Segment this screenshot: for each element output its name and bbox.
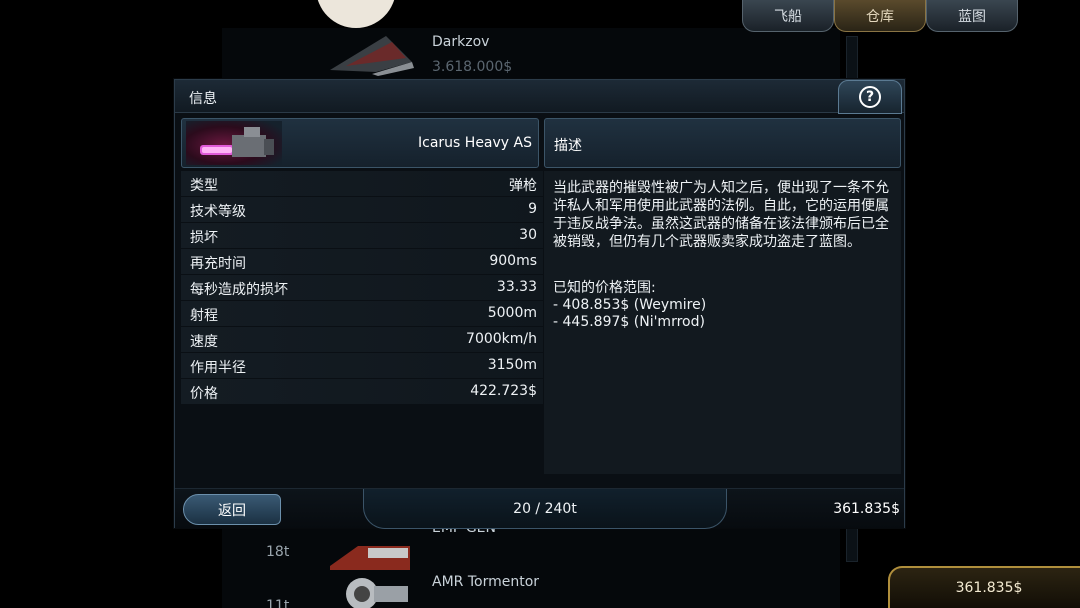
back-button-label: 返回 [218,502,246,519]
tab-blueprints[interactable]: 蓝图 [926,0,1018,32]
item-price: 3.618.000$ [432,59,513,75]
tab-ships[interactable]: 飞船 [742,0,834,32]
price-range-title: 已知的价格范围: [553,280,656,296]
description-title: 描述 [554,138,582,154]
stat-row: 价格 422.723$ [181,379,543,405]
pilot-avatar [316,0,396,28]
stat-label: 价格 [190,386,218,402]
stat-value: 7000km/h [466,331,537,347]
stat-label: 射程 [190,308,218,324]
credits-value: 361.835$ [955,580,1023,596]
stat-row: 每秒造成的损坏 33.33 [181,275,543,301]
stat-value: 5000m [487,305,537,321]
list-item[interactable]: AMR Tormentor 11t [222,564,840,608]
description-panel: 当此武器的摧毁性被广为人知之后，便出现了一条不允许私人和军用使用此武器的法例。自… [544,171,901,474]
item-weight: 11t [266,598,290,608]
cargo-capacity: 20 / 240t [513,501,577,517]
stat-row: 再充时间 900ms [181,249,543,275]
stat-value: 900ms [489,253,537,269]
help-button[interactable]: ? [838,80,902,114]
capacity-panel: 20 / 240t [363,489,727,529]
weapon-icon [186,121,282,165]
stat-label: 作用半径 [190,360,246,376]
dialog-title: 信息 [189,91,217,107]
description-header: 描述 [544,118,901,168]
turret-icon [346,578,408,608]
price-range-block: 已知的价格范围: - 408.853$ (Weymire) - 445.897$… [553,280,706,331]
price-range-entry: - 408.853$ (Weymire) [553,297,707,313]
stat-label: 损坏 [190,230,218,246]
stat-row: 速度 7000km/h [181,327,543,353]
stat-row: 射程 5000m [181,301,543,327]
stat-label: 再充时间 [190,256,246,272]
item-weight: 18t [266,544,290,560]
back-button[interactable]: 返回 [183,494,281,525]
question-icon: ? [859,86,881,108]
tab-storage[interactable]: 仓库 [834,0,926,32]
stat-value: 30 [519,227,537,243]
ship-icon [330,36,414,76]
stat-value: 9 [528,201,537,217]
stat-row: 技术等级 9 [181,197,543,223]
stat-value: 弹枪 [509,178,537,194]
stat-label: 技术等级 [190,204,246,220]
item-name: Icarus Heavy AS [418,135,532,151]
stat-label: 每秒造成的损坏 [190,282,288,298]
item-name: AMR Tormentor [432,574,540,590]
list-item[interactable]: Darkzov 3.618.000$ [222,30,840,82]
stat-label: 速度 [190,334,218,350]
price-range-entry: - 445.897$ (Ni'mrrod) [553,314,705,330]
stat-row: 作用半径 3150m [181,353,543,379]
stat-row: 损坏 30 [181,223,543,249]
item-header: Icarus Heavy AS [181,118,539,168]
stats-table: 类型 弹枪 技术等级 9 损坏 30 再充时间 900ms 每秒造成的损坏 33.33 射… [181,171,543,405]
info-dialog: 信息 ? Icarus Heavy AS 类型 弹枪 技术等级 9 损坏 30 … [174,79,905,529]
dialog-header: 信息 ? [175,80,904,114]
item-name: Darkzov [432,34,490,50]
description-text: 当此武器的摧毁性被广为人知之后，便出现了一条不允许私人和军用使用此武器的法例。自… [553,180,889,250]
stat-value: 422.723$ [470,383,537,399]
stat-value: 3150m [487,357,537,373]
footer-credits: 361.835$ [833,501,900,517]
credits-display: 361.835$ [888,566,1080,608]
stat-label: 类型 [190,178,218,194]
stat-row: 类型 弹枪 [181,171,543,197]
dialog-footer: 返回 20 / 240t 361.835$ [175,488,904,529]
stat-value: 33.33 [496,279,537,295]
